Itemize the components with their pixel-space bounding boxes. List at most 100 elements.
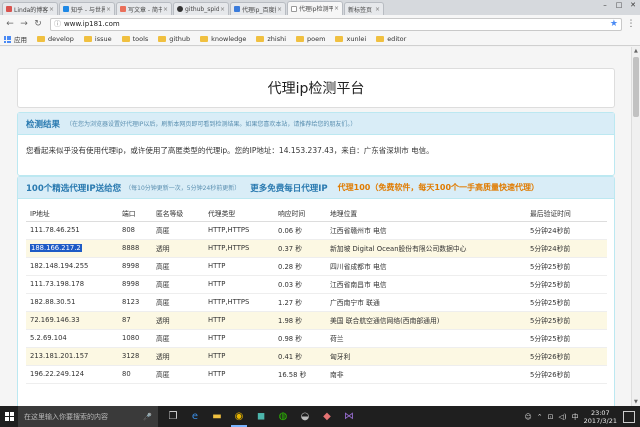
detect-result-hint: （在您为浏览器设置好代理IP以后，刷新本网页即可看到检测结果。如果您喜欢本站，请… xyxy=(66,121,357,128)
selected-ip-text[interactable]: 188.166.217.2 xyxy=(30,244,82,252)
chrome-icon[interactable]: ◉ xyxy=(228,406,250,427)
bookmark-folder[interactable]: knowledge xyxy=(200,35,246,43)
bookmark-label: 应用 xyxy=(14,36,27,44)
browser-tab[interactable]: Linda的博客 × xyxy=(2,2,58,15)
bookmark-label: tools xyxy=(132,35,149,43)
response-cell: 16.58 秒 xyxy=(274,365,326,384)
tab-label: 代理ip_百度搜索 xyxy=(242,6,276,14)
ip-cell[interactable]: 5.2.69.104 xyxy=(26,329,118,348)
close-tab-icon[interactable]: × xyxy=(334,5,339,12)
location-cell: 美国 联合航空通信网络(西南部通用) xyxy=(326,311,526,330)
app-icon[interactable]: ◼ xyxy=(250,406,272,427)
table-row: 196.22.249.124 80 高匿 HTTP 16.58 秒 南非 5分钟… xyxy=(26,365,607,384)
microphone-icon[interactable]: 🎤 xyxy=(143,413,152,421)
address-bar[interactable]: ⓘ www.ip181.com ★ xyxy=(50,17,622,31)
port-cell: 3128 xyxy=(118,347,152,366)
document-icon xyxy=(291,5,297,12)
anonymity-cell: 高匿 xyxy=(152,257,204,276)
taskbar-search[interactable]: 在这里输入你要搜索的内容 🎤 xyxy=(18,406,158,427)
bookmark-folder[interactable]: editor xyxy=(376,35,406,43)
ip-cell[interactable]: 182.88.30.51 xyxy=(26,293,118,312)
app-icon[interactable]: ◒ xyxy=(294,406,316,427)
proxy100-promo-link[interactable]: 代理100（免费软件，每天100个一手高质量快速代理） xyxy=(338,182,539,193)
close-tab-icon[interactable]: × xyxy=(277,6,282,13)
task-view-icon[interactable]: ❐ xyxy=(162,406,184,427)
tab-label: Linda的博客 xyxy=(14,6,48,14)
windows-logo-icon xyxy=(4,412,14,421)
browser-tab[interactable]: github_spider × xyxy=(173,2,229,15)
type-cell: HTTP xyxy=(204,257,274,276)
wechat-icon[interactable]: ◍ xyxy=(272,406,294,427)
bookmark-folder[interactable]: poem xyxy=(296,35,325,43)
column-header: 代理类型 xyxy=(204,205,274,222)
minimize-icon[interactable]: – xyxy=(598,0,612,10)
browser-tab[interactable]: 写文章 - 简书 × xyxy=(116,2,172,15)
folder-icon xyxy=(83,36,92,42)
browser-tab[interactable]: 知乎 - 与世界分享 × xyxy=(59,2,115,15)
scrollbar-thumb[interactable] xyxy=(633,57,639,117)
bookmark-label: editor xyxy=(387,35,407,43)
url-text[interactable]: www.ip181.com xyxy=(64,20,610,28)
visual-studio-icon[interactable]: ⋈ xyxy=(338,406,360,427)
bookmark-folder[interactable]: xunlei xyxy=(335,35,366,43)
close-tab-icon[interactable]: × xyxy=(163,6,168,13)
close-window-icon[interactable]: ✕ xyxy=(626,0,640,10)
location-cell: 南非 xyxy=(326,365,526,384)
volume-icon[interactable]: ◁) xyxy=(559,413,567,421)
system-tray: ☺ ⌃ ⊡ ◁) 中 23:07 2017/3/21 xyxy=(524,409,640,425)
scroll-up-icon[interactable]: ▲ xyxy=(634,48,638,54)
ip-cell[interactable]: 196.22.249.124 xyxy=(26,365,118,384)
ip-cell[interactable]: 111.73.198.178 xyxy=(26,275,118,294)
verified-cell: 5分钟25秒前 xyxy=(526,275,607,294)
close-tab-icon[interactable]: × xyxy=(375,6,380,13)
ip-cell[interactable]: 213.181.201.157 xyxy=(26,347,118,366)
table-row: 5.2.69.104 1080 高匿 HTTP 0.98 秒 荷兰 5分钟25秒… xyxy=(26,329,607,348)
ip-cell[interactable]: 182.148.194.255 xyxy=(26,257,118,276)
page-info-icon[interactable]: ⓘ xyxy=(54,19,61,29)
file-explorer-icon[interactable]: ▬ xyxy=(206,406,228,427)
close-tab-icon[interactable]: × xyxy=(220,6,225,13)
bookmark-folder[interactable]: issue xyxy=(83,35,112,43)
folder-icon xyxy=(121,36,130,42)
back-icon[interactable]: ← xyxy=(4,18,16,30)
bookmark-folder[interactable]: tools xyxy=(121,35,149,43)
column-header: 响应时间 xyxy=(274,205,326,222)
window-controls: – □ ✕ xyxy=(598,0,640,10)
network-icon[interactable]: ⊡ xyxy=(548,413,554,421)
edge-icon[interactable]: e xyxy=(184,406,206,427)
browser-tab[interactable]: 代理ip_百度搜索 × xyxy=(230,2,286,15)
location-cell: 江西省南昌市 电信 xyxy=(326,275,526,294)
system-clock[interactable]: 23:07 2017/3/21 xyxy=(584,409,617,425)
input-method-indicator[interactable]: 中 xyxy=(572,412,579,422)
port-cell: 8998 xyxy=(118,275,152,294)
app-icon[interactable]: ◆ xyxy=(316,406,338,427)
close-tab-icon[interactable]: × xyxy=(106,6,111,13)
browser-tab[interactable]: 新标签页 × xyxy=(344,2,384,15)
anonymity-cell: 透明 xyxy=(152,311,204,330)
bookmark-folder[interactable]: github xyxy=(158,35,190,43)
more-proxies-link[interactable]: 更多免费每日代理IP xyxy=(250,182,327,194)
reload-icon[interactable]: ↻ xyxy=(32,18,44,30)
forward-icon[interactable]: → xyxy=(18,18,30,30)
bookmark-folder[interactable]: zhishi xyxy=(256,35,286,43)
maximize-icon[interactable]: □ xyxy=(612,0,626,10)
close-tab-icon[interactable]: × xyxy=(49,6,54,13)
show-hidden-icons-icon[interactable]: ⌃ xyxy=(537,413,543,421)
scroll-down-icon[interactable]: ▼ xyxy=(634,399,638,405)
bookmark-star-icon[interactable]: ★ xyxy=(610,19,618,29)
action-center-icon[interactable] xyxy=(623,410,635,423)
start-button[interactable] xyxy=(0,406,18,427)
people-icon[interactable]: ☺ xyxy=(524,413,531,421)
anonymity-cell: 高匿 xyxy=(152,329,204,348)
bookmark-folder[interactable]: develop xyxy=(37,35,74,43)
menu-icon[interactable]: ⋮ xyxy=(626,19,636,29)
bookmark-label: zhishi xyxy=(267,35,287,43)
column-header: 地理位置 xyxy=(326,205,526,222)
ip-cell[interactable]: 111.78.46.251 xyxy=(26,221,118,240)
ip-cell[interactable]: 72.169.146.33 xyxy=(26,311,118,330)
ip-cell[interactable]: 188.166.217.2 xyxy=(26,239,118,258)
folder-icon xyxy=(376,36,385,42)
bookmark-apps[interactable]: 应用 xyxy=(4,34,27,44)
browser-tab-active[interactable]: 代理ip检测平台 × xyxy=(287,1,343,15)
vertical-scrollbar[interactable]: ▲ ▼ xyxy=(631,47,640,406)
